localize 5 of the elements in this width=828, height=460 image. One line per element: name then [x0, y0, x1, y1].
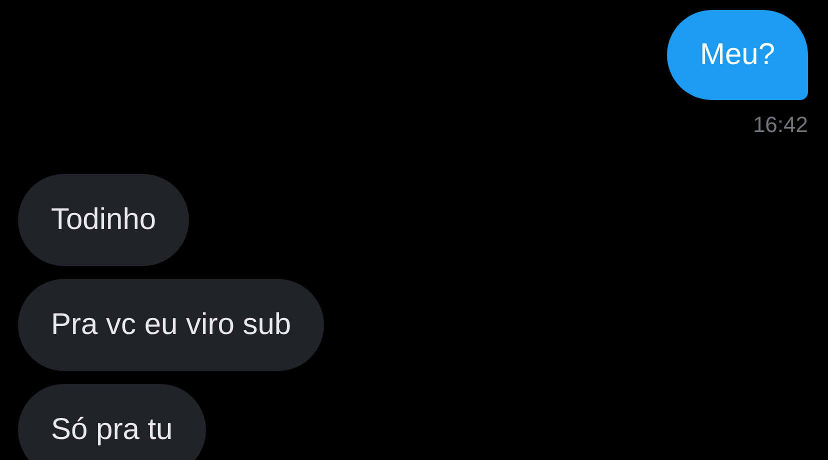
message-time: 16:42: [752, 112, 808, 138]
message-bubble: Pra vc eu viro sub: [18, 279, 324, 371]
message-bubble: Meu?: [666, 10, 808, 100]
message-bubble: Só pra tu: [18, 384, 206, 460]
message-bubble: Todinho: [18, 174, 190, 266]
